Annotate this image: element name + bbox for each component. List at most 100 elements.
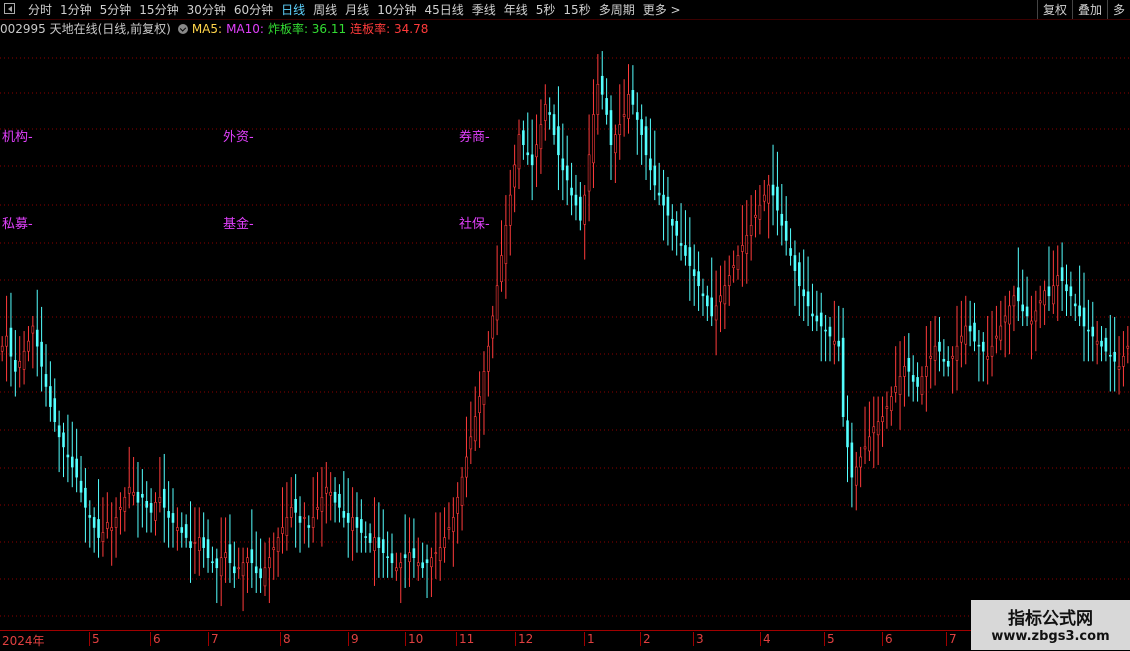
period-tab[interactable]: 5秒 [536, 1, 556, 18]
period-tab[interactable]: 月线 [345, 1, 369, 18]
candle-body [473, 416, 477, 442]
candle-body [452, 517, 455, 532]
candle-body [180, 527, 184, 533]
collapse-icon[interactable] [4, 3, 15, 14]
candle-body [1073, 303, 1077, 307]
candle-body [101, 532, 105, 542]
period-tab[interactable]: 15分钟 [139, 1, 178, 18]
candle-body [981, 341, 985, 352]
candle-body [508, 194, 512, 226]
period-tab[interactable]: 5分钟 [100, 1, 132, 18]
candle-body [329, 491, 332, 496]
candle-body [894, 386, 897, 393]
period-tab[interactable]: 1分钟 [60, 1, 92, 18]
candle-body [557, 126, 560, 156]
tool-button[interactable]: 叠加 [1071, 0, 1107, 19]
candle-body [1047, 286, 1051, 297]
candle-body [1078, 305, 1081, 317]
candle-body [841, 337, 845, 417]
candle-body [224, 552, 227, 559]
candle-body [1104, 337, 1108, 352]
tool-button[interactable]: 多 [1106, 0, 1130, 19]
period-tab[interactable]: 45日线 [424, 1, 463, 18]
period-tab[interactable]: 日线 [281, 1, 305, 18]
candle-body [259, 568, 262, 579]
candle-body [706, 295, 709, 307]
time-tick-label: 9 [348, 632, 359, 646]
candle-body [596, 83, 600, 115]
candle-body [114, 517, 118, 528]
candle-body [289, 507, 293, 518]
candle-body [771, 184, 775, 196]
candle-body [469, 436, 473, 450]
period-tab[interactable]: 更多 > [643, 1, 681, 18]
candle-body [307, 525, 311, 528]
inst-label-jigou: 机构- [2, 130, 33, 145]
candle-body [263, 567, 267, 587]
candle-body [202, 537, 205, 548]
candle-body [671, 218, 674, 226]
candle-body [399, 562, 403, 569]
kline-chart[interactable] [0, 36, 1130, 630]
candle-body [27, 340, 30, 352]
candle-body [162, 488, 166, 508]
candle-body [990, 345, 994, 357]
candle-body [491, 315, 495, 339]
settings-icon[interactable] [177, 24, 188, 34]
candle-body [903, 366, 906, 377]
candle-body [132, 491, 135, 496]
time-tick-label: 3 [693, 632, 704, 646]
candle-body [62, 432, 65, 448]
period-tab[interactable]: 30分钟 [187, 1, 226, 18]
candle-body [635, 112, 639, 120]
candle-body [999, 325, 1003, 341]
candle-body [653, 165, 657, 186]
candle-body [482, 371, 486, 405]
time-tick-label: 8 [280, 632, 291, 646]
period-tab[interactable]: 年线 [504, 1, 528, 18]
candle-body [22, 350, 26, 370]
period-tab[interactable]: 季线 [472, 1, 496, 18]
candle-body [285, 517, 289, 536]
period-tab[interactable]: 15秒 [563, 1, 590, 18]
candle-body [925, 366, 928, 377]
period-tab[interactable]: 多周期 [599, 1, 635, 18]
candle-body [798, 262, 801, 287]
tool-button[interactable]: 复权 [1036, 0, 1072, 19]
period-tab[interactable]: 10分钟 [377, 1, 416, 18]
candle-body [281, 527, 284, 534]
candle-body [316, 507, 319, 510]
period-tab[interactable]: 分时 [28, 1, 52, 18]
candle-body [1012, 295, 1016, 307]
candle-body [342, 511, 346, 518]
candle-body [487, 345, 490, 372]
candle-body [478, 396, 481, 413]
candle-body [793, 255, 797, 271]
time-tick-label: 7 [208, 632, 219, 646]
inst-label-jijin: 基金- [223, 217, 254, 232]
time-tick-label: 4 [760, 632, 771, 646]
time-tick-label: 2024年 [2, 634, 45, 648]
candle-body [84, 487, 87, 508]
candle-body [92, 517, 96, 528]
candle-body [1056, 275, 1060, 287]
period-tab[interactable]: 60分钟 [234, 1, 273, 18]
candle-body [749, 225, 753, 236]
candle-body [1017, 287, 1020, 302]
time-tick-label: 5 [824, 632, 835, 646]
candle-body [500, 255, 503, 283]
candle-body [710, 297, 714, 317]
period-tabs: 分时 1分钟 5分钟 15分钟 30分钟 60分钟 日线 周线 月线 10分钟 45日线 季线 年线 5秒… [28, 1, 689, 18]
candle-body [167, 511, 170, 518]
time-tick-label: 12 [515, 632, 533, 646]
candle-body [565, 165, 569, 181]
candle-body [97, 519, 100, 538]
candle-body [929, 355, 933, 359]
time-tick-label: 10 [405, 632, 423, 646]
candle-body [1008, 305, 1011, 325]
candle-body [666, 196, 670, 216]
period-tab[interactable]: 周线 [313, 1, 337, 18]
candle-body [355, 517, 359, 528]
candle-body [193, 542, 197, 544]
candle-body [460, 476, 464, 506]
